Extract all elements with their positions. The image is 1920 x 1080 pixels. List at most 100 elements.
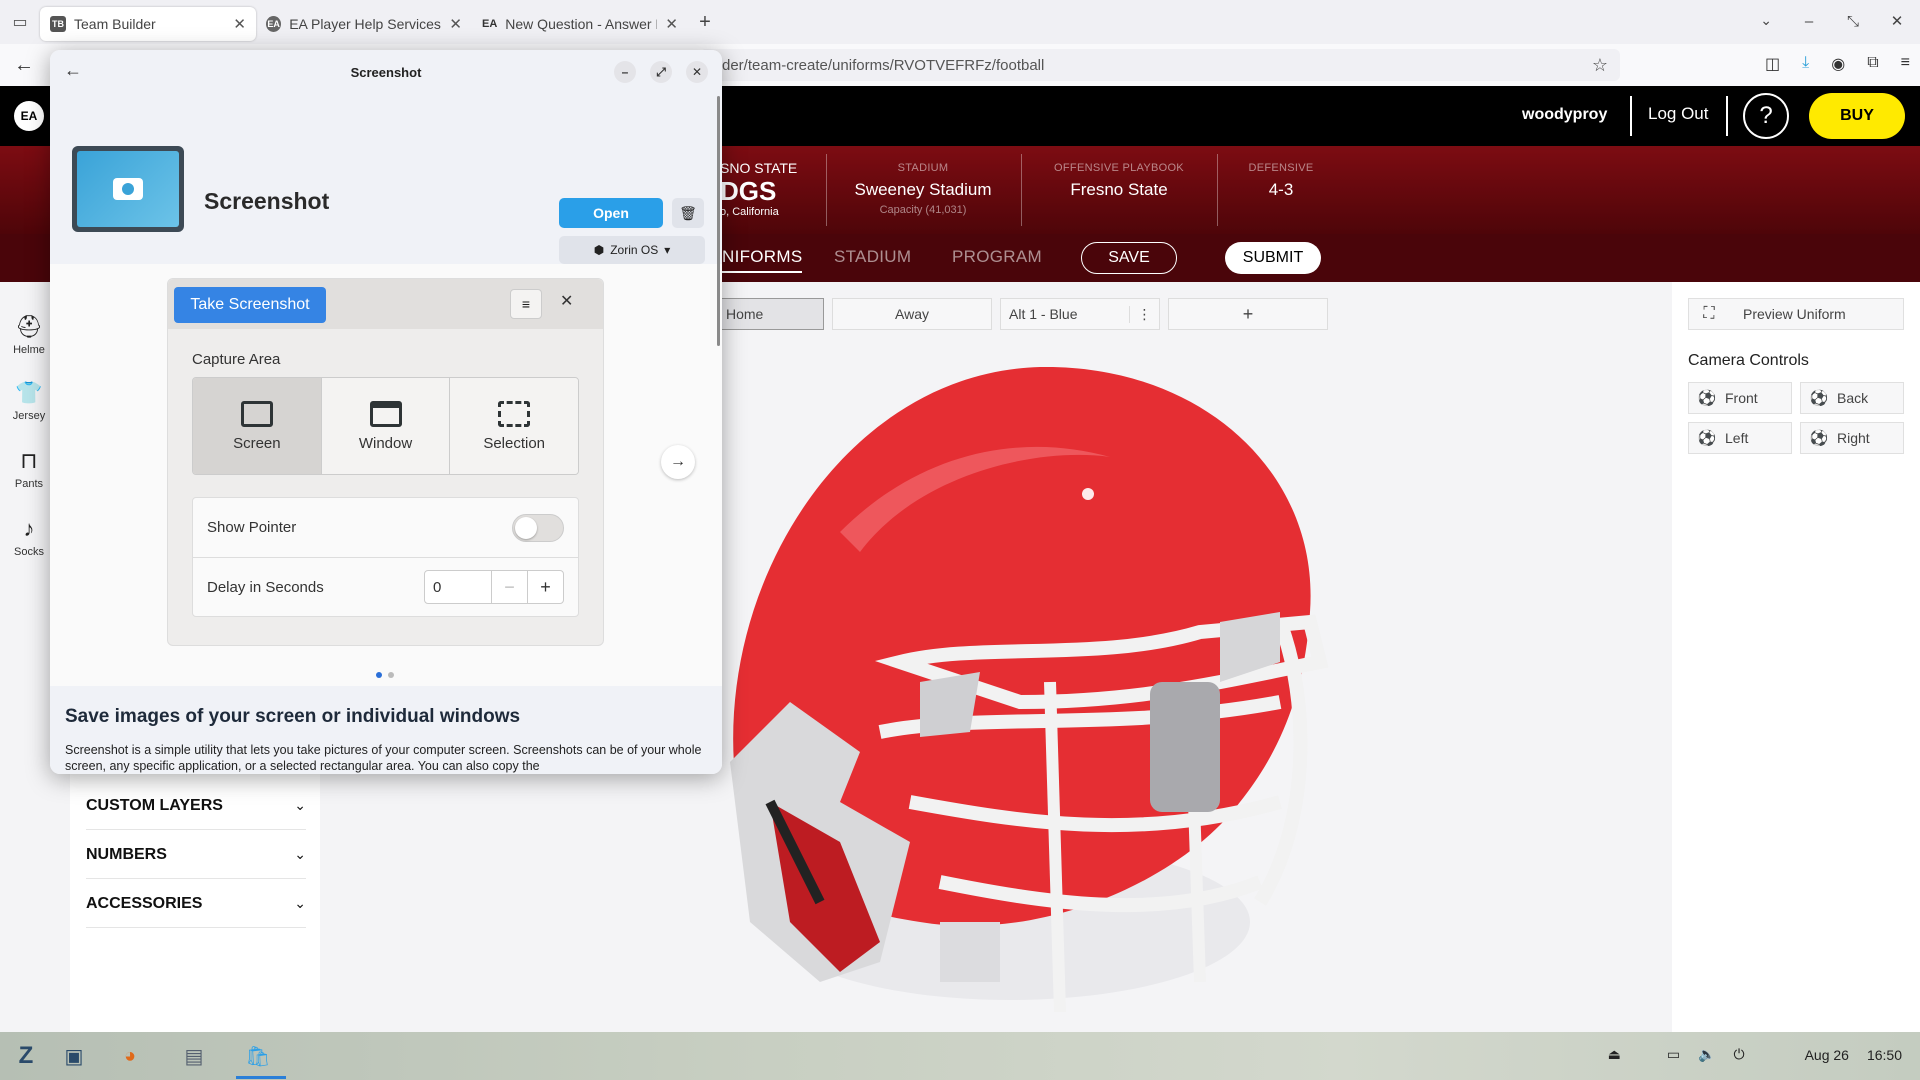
browser-tab-bar: ▭ TB Team Builder ✕ EA EA Player Help Se… <box>0 0 1920 44</box>
monitor-icon <box>240 400 273 427</box>
restore-icon[interactable]: ⤡ <box>1842 10 1864 32</box>
volume-icon[interactable]: 🔈 <box>1698 1046 1715 1063</box>
minimize-icon[interactable]: – <box>1798 10 1820 32</box>
back-arrow-icon[interactable]: ← <box>0 54 48 77</box>
menu-icon[interactable]: ≡ <box>1901 54 1910 74</box>
uniform-tab-home[interactable]: Home <box>720 298 824 330</box>
maximize-icon[interactable]: ⤢ <box>650 61 672 83</box>
camera-left-button[interactable]: ⚽ Left <box>1688 422 1792 454</box>
clock-time[interactable]: 16:50 <box>1867 1047 1902 1063</box>
minimize-icon[interactable]: – <box>614 61 636 83</box>
camera-back-button[interactable]: ⚽ Back <box>1800 382 1904 414</box>
url-text: der/team-create/uniforms/RVOTVEFRFz/foot… <box>722 56 1045 74</box>
camera-right-button[interactable]: ⚽ Right <box>1800 422 1904 454</box>
take-screenshot-button: Take Screenshot <box>174 287 326 323</box>
logout-link[interactable]: Log Out <box>1648 104 1709 124</box>
camera-icon: ⚽ <box>1697 390 1717 407</box>
display-icon[interactable]: ▭ <box>1667 1046 1680 1063</box>
tab-uniforms[interactable]: NIFORMS <box>722 247 803 273</box>
uniform-tab-label: Alt 1 - Blue <box>1009 306 1078 322</box>
account-icon[interactable]: ◉ <box>1831 54 1845 74</box>
section-label: ACCESSORIES <box>86 894 203 912</box>
app-header: Screenshot Open 🗑 ⬢ Zorin OS ▾ <box>50 94 722 264</box>
files-icon[interactable]: ▤ <box>178 1040 210 1072</box>
camera-label: Left <box>1725 430 1749 446</box>
section-custom-layers[interactable]: CUSTOM LAYERS ⌄ <box>86 782 306 830</box>
firefox-icon[interactable]: ◕ <box>114 1040 146 1072</box>
save-button[interactable]: SAVE <box>1081 242 1177 274</box>
close-icon[interactable]: ✕ <box>686 61 708 83</box>
carousel-dot[interactable] <box>388 672 394 678</box>
camera-label: Right <box>1837 430 1870 446</box>
section-numbers[interactable]: NUMBERS ⌄ <box>86 831 306 879</box>
tab-program[interactable]: PROGRAM <box>952 247 1042 267</box>
close-tab-icon[interactable]: ✕ <box>449 15 462 33</box>
tab-team-builder[interactable]: TB Team Builder ✕ <box>40 7 256 41</box>
hamburger-menu-icon: ≡ <box>510 289 542 319</box>
team-school: SNO STATE <box>720 160 798 176</box>
carousel-dot[interactable] <box>376 672 382 678</box>
submit-button[interactable]: SUBMIT <box>1225 242 1321 274</box>
trash-icon[interactable]: 🗑 <box>672 198 704 228</box>
tab-stadium[interactable]: STADIUM <box>834 247 911 267</box>
uniform-tab-alt1[interactable]: Alt 1 - Blue ⋮ <box>1000 298 1160 330</box>
username[interactable]: woodyproy <box>1522 106 1607 124</box>
open-button[interactable]: Open <box>559 198 663 228</box>
source-dropdown[interactable]: ⬢ Zorin OS ▾ <box>559 236 705 264</box>
next-screenshot-arrow-icon[interactable]: → <box>661 445 695 479</box>
chevron-down-icon: ⌄ <box>294 797 306 813</box>
camera-icon: ⚽ <box>1809 390 1829 407</box>
new-tab-icon[interactable]: + <box>688 11 722 34</box>
preview-uniform-button[interactable]: ⛶ Preview Uniform <box>1688 298 1904 330</box>
workspace-icon[interactable]: ▣ <box>58 1040 90 1072</box>
stat-value: 4-3 <box>1268 180 1294 199</box>
zorin-menu-icon[interactable]: Z <box>10 1040 42 1072</box>
taskbar: Z ▣ ◕ ▤ 🛍 ⏏ ▭ 🔈 ⏻ Aug 26 16:50 <box>0 1032 1920 1080</box>
kebab-menu-icon[interactable]: ⋮ <box>1129 305 1159 323</box>
team-mascot: DGS <box>720 176 777 206</box>
pocket-icon[interactable]: ◫ <box>1765 54 1780 74</box>
chevron-down-icon[interactable]: ⌄ <box>1760 12 1772 29</box>
back-arrow-icon[interactable]: ← <box>64 60 82 81</box>
app-screenshot-preview: Take Screenshot ≡ ✕ Capture Area Screen … <box>167 278 604 646</box>
eject-icon[interactable]: ⏏ <box>1608 1046 1621 1063</box>
software-icon[interactable]: 🛍 <box>242 1040 274 1072</box>
capture-mode-label: Selection <box>483 434 546 452</box>
window-icon <box>369 400 402 427</box>
clock-date[interactable]: Aug 26 <box>1805 1047 1849 1063</box>
software-details-dialog: ← Screenshot – ⤢ ✕ Screenshot Open 🗑 ⬢ Z… <box>50 50 722 774</box>
capture-area-label: Capture Area <box>192 351 281 368</box>
carousel-dots <box>376 672 394 678</box>
tab-ea-help[interactable]: EA EA Player Help Services - ✕ <box>256 7 472 41</box>
tab-new-question[interactable]: EA New Question - Answer H ✕ <box>472 7 688 41</box>
dialog-scrollbar[interactable] <box>717 96 720 346</box>
rail-label: Helme <box>13 344 45 356</box>
add-uniform-button[interactable]: + <box>1168 298 1328 330</box>
stat-defensive: DEFENSIVE 4-3 <box>1186 162 1376 200</box>
buy-button[interactable]: BUY <box>1809 93 1905 139</box>
uniform-tab-away[interactable]: Away <box>832 298 992 330</box>
power-icon[interactable]: ⏻ <box>1734 1046 1745 1063</box>
star-icon[interactable]: ☆ <box>1592 55 1608 76</box>
tab-list-icon[interactable]: ▭ <box>0 0 40 44</box>
extensions-icon[interactable]: ⧉ <box>1867 54 1878 74</box>
chevron-down-icon: ⌄ <box>294 846 306 862</box>
delay-row: Delay in Seconds 0 − + <box>193 557 578 616</box>
section-label: NUMBERS <box>86 845 167 863</box>
team-builder-favicon-icon: TB <box>50 16 66 32</box>
camera-label: Back <box>1837 390 1869 406</box>
camera-icon: ⚽ <box>1809 430 1829 447</box>
url-bar[interactable]: der/team-create/uniforms/RVOTVEFRFz/foot… <box>700 49 1620 81</box>
ea-logo[interactable]: EA <box>14 101 44 131</box>
active-app-indicator <box>236 1076 286 1079</box>
dialog-title: Screenshot <box>350 64 422 80</box>
download-icon[interactable]: ⤓ <box>1802 54 1809 74</box>
help-button[interactable]: ? <box>1743 93 1789 139</box>
close-tab-icon[interactable]: ✕ <box>665 15 678 33</box>
close-icon: ✕ <box>560 293 574 310</box>
close-tab-icon[interactable]: ✕ <box>233 15 246 33</box>
section-accessories[interactable]: ACCESSORIES ⌄ <box>86 880 306 928</box>
capture-mode-label: Screen <box>233 434 281 452</box>
close-window-icon[interactable]: ✕ <box>1886 10 1908 32</box>
camera-front-button[interactable]: ⚽ Front <box>1688 382 1792 414</box>
